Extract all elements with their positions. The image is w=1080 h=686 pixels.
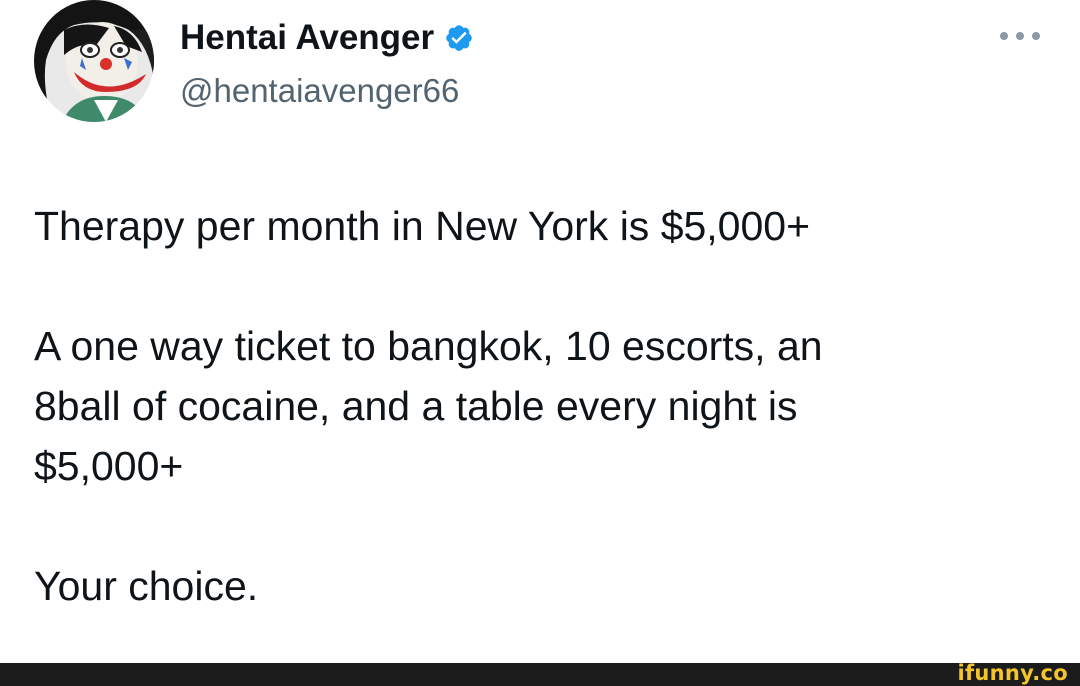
- tweet-paragraph-gap: [34, 496, 1034, 556]
- tweet-line: Your choice.: [34, 563, 259, 609]
- more-dot: [1032, 32, 1040, 40]
- display-name[interactable]: Hentai Avenger: [180, 16, 434, 60]
- author-handle[interactable]: @hentaiavenger66: [180, 70, 459, 112]
- ifunny-watermark: ifunny.co: [957, 661, 1068, 685]
- tweet-line: 8ball of cocaine, and a table every nigh…: [34, 383, 798, 429]
- avatar[interactable]: [34, 0, 154, 122]
- more-dot: [1000, 32, 1008, 40]
- verified-badge-icon: [444, 23, 474, 53]
- tweet-paragraph-gap: [34, 256, 1034, 316]
- tweet-line: $5,000+: [34, 443, 184, 489]
- author-name-row: Hentai Avenger: [180, 16, 474, 60]
- tweet-screenshot: Hentai Avenger @hentaiavenger66 Therapy …: [0, 0, 1080, 686]
- tweet-line: Therapy per month in New York is $5,000+: [34, 203, 811, 249]
- watermark-bar: ifunny.co: [0, 661, 1080, 686]
- more-dot: [1016, 32, 1024, 40]
- tweet-line: A one way ticket to bangkok, 10 escorts,…: [34, 323, 823, 369]
- more-options-icon[interactable]: [994, 22, 1046, 50]
- clown-anime-avatar-icon: [34, 0, 154, 122]
- tweet-text: Therapy per month in New York is $5,000+…: [34, 196, 1034, 616]
